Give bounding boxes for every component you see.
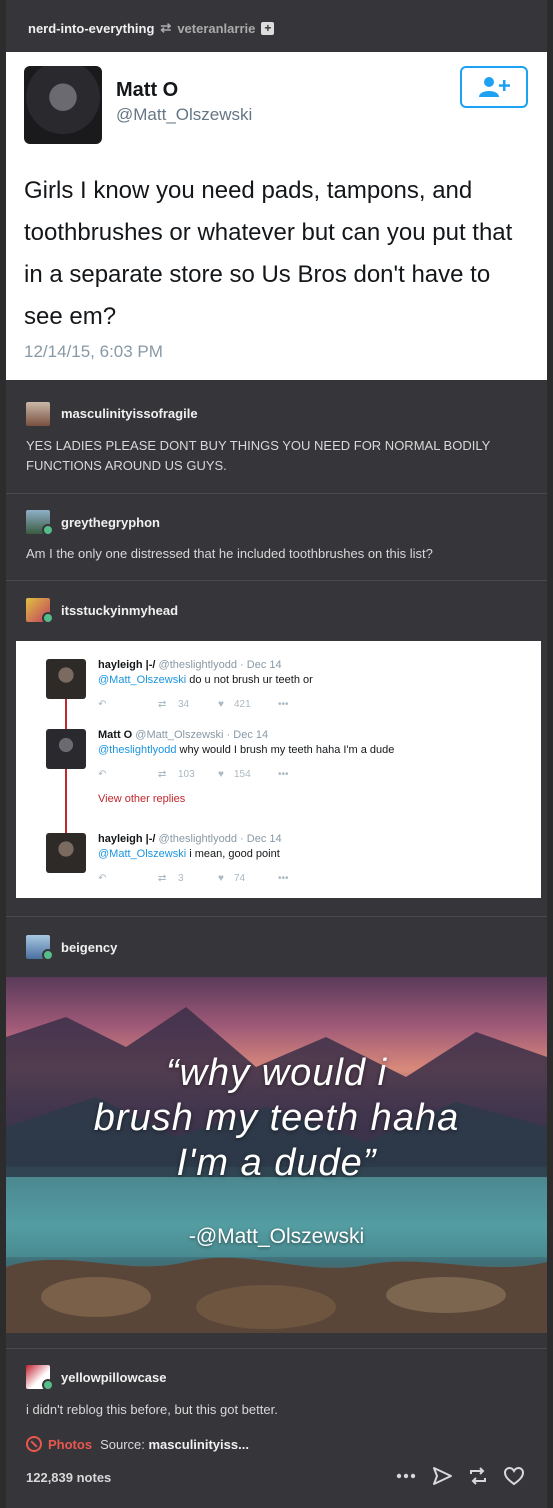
- share-icon[interactable]: [431, 1465, 453, 1487]
- reply-icon[interactable]: ↶: [98, 873, 106, 884]
- retweet-icon[interactable]: ⇄: [158, 699, 166, 710]
- view-other-replies-link[interactable]: View other replies: [98, 793, 185, 805]
- twitter-replies-screenshot: hayleigh |-/ @theslightlyodd · Dec 14 @M…: [16, 641, 541, 898]
- reblog-username[interactable]: masculinityissofragile: [61, 406, 198, 421]
- reblog-entry: beigency: [6, 916, 547, 977]
- photos-link[interactable]: Photos: [26, 1436, 92, 1452]
- reply-text: @Matt_Olszewski i mean, good point: [98, 848, 280, 860]
- post-actions: [395, 1465, 525, 1487]
- reply-meta: hayleigh |-/ @theslightlyodd · Dec 14: [98, 833, 282, 845]
- more-icon[interactable]: •••: [278, 699, 289, 710]
- reblog-entry: greythegryphon Am I the only one distres…: [6, 493, 547, 580]
- photo-icon: [26, 1436, 42, 1452]
- tweet-timestamp: 12/14/15, 6:03 PM: [24, 342, 163, 361]
- quote-image: “why would i brush my teeth haha I'm a d…: [6, 977, 547, 1333]
- reblog-entry: masculinityissofragile YES LADIES PLEASE…: [6, 380, 547, 493]
- blog-name[interactable]: nerd-into-everything: [28, 21, 154, 36]
- reblog-icon[interactable]: [467, 1465, 489, 1487]
- quote-attribution: -@Matt_Olszewski: [188, 1225, 365, 1248]
- reblog-entry: yellowpillowcase i didn't reblog this be…: [6, 1348, 547, 1428]
- reblog-comment: YES LADIES PLEASE DONT BUY THINGS YOU NE…: [26, 438, 491, 473]
- avatar: [46, 833, 86, 873]
- reply-actions: ↶ ⇄ 103 ♥ 154 •••: [98, 769, 378, 783]
- retweet-count: 3: [178, 873, 184, 884]
- badge-icon: [42, 612, 54, 624]
- tweet-card: Matt O @Matt_Olszewski Girls I know you …: [6, 52, 547, 380]
- avatar: [24, 66, 102, 144]
- post-header: nerd-into-everything ⇄ veteranlarrie +: [6, 0, 547, 52]
- reply-text: @Matt_Olszewski do u not brush ur teeth …: [98, 674, 313, 686]
- reply-icon[interactable]: ↶: [98, 699, 106, 710]
- like-count: 74: [234, 873, 246, 884]
- reblogged-from-name[interactable]: veteranlarrie: [177, 21, 255, 36]
- badge-icon: [42, 1379, 54, 1391]
- more-icon[interactable]: •••: [278, 769, 289, 780]
- reblog-username[interactable]: yellowpillowcase: [61, 1370, 167, 1385]
- like-count: 421: [234, 699, 251, 710]
- reblog-comment: Am I the only one distressed that he inc…: [26, 546, 433, 561]
- like-icon[interactable]: ♥: [218, 873, 224, 884]
- reblog-username[interactable]: beigency: [61, 940, 117, 955]
- reply-icon[interactable]: ↶: [98, 769, 106, 780]
- reply-text: @theslightlyodd why would I brush my tee…: [98, 744, 395, 756]
- like-icon[interactable]: ♥: [218, 699, 224, 710]
- post-source-row: Photos Source: masculinityiss...: [26, 1436, 249, 1452]
- add-user-icon: [479, 77, 510, 97]
- more-icon[interactable]: [395, 1465, 417, 1487]
- reply-actions: ↶ ⇄ 3 ♥ 74 •••: [98, 873, 378, 887]
- badge-icon: [42, 524, 54, 536]
- avatar: [46, 729, 86, 769]
- tweet-author-name: Matt O: [116, 79, 179, 101]
- avatar: [46, 659, 86, 699]
- more-icon[interactable]: •••: [278, 873, 289, 884]
- like-count: 154: [234, 769, 251, 780]
- retweet-count: 103: [178, 769, 195, 780]
- reply-meta: Matt O @Matt_Olszewski · Dec 14: [98, 729, 269, 741]
- retweet-icon[interactable]: ⇄: [158, 873, 166, 884]
- quote-text: “why would i brush my teeth haha I'm a d…: [93, 1052, 460, 1184]
- reblog-trail: nerd-into-everything ⇄ veteranlarrie +: [28, 20, 275, 36]
- avatar[interactable]: [26, 402, 50, 426]
- badge-icon: [42, 949, 54, 961]
- tweet-author-handle: @Matt_Olszewski: [116, 105, 253, 124]
- reply-actions: ↶ ⇄ 34 ♥ 421 •••: [98, 699, 378, 713]
- reblog-username[interactable]: itsstuckyinmyhead: [61, 603, 178, 618]
- reblog-entry: itsstuckyinmyhead: [6, 580, 547, 641]
- reblog-comment: i didn't reblog this before, but this go…: [26, 1402, 278, 1417]
- reply-meta: hayleigh |-/ @theslightlyodd · Dec 14: [98, 659, 282, 671]
- reblog-username[interactable]: greythegryphon: [61, 515, 160, 530]
- like-icon[interactable]: [503, 1465, 525, 1487]
- follow-button[interactable]: [460, 66, 528, 108]
- retweet-icon[interactable]: ⇄: [158, 769, 166, 780]
- notes-count[interactable]: 122,839 notes: [26, 1470, 111, 1485]
- thread-line: [65, 769, 67, 833]
- retweet-count: 34: [178, 699, 190, 710]
- follow-plus-icon[interactable]: +: [261, 21, 275, 35]
- tweet-text: Girls I know you need pads, tampons, and…: [24, 177, 513, 330]
- source-link[interactable]: Source: masculinityiss...: [100, 1437, 249, 1452]
- reblog-icon: ⇄: [160, 20, 172, 35]
- like-icon[interactable]: ♥: [218, 769, 224, 780]
